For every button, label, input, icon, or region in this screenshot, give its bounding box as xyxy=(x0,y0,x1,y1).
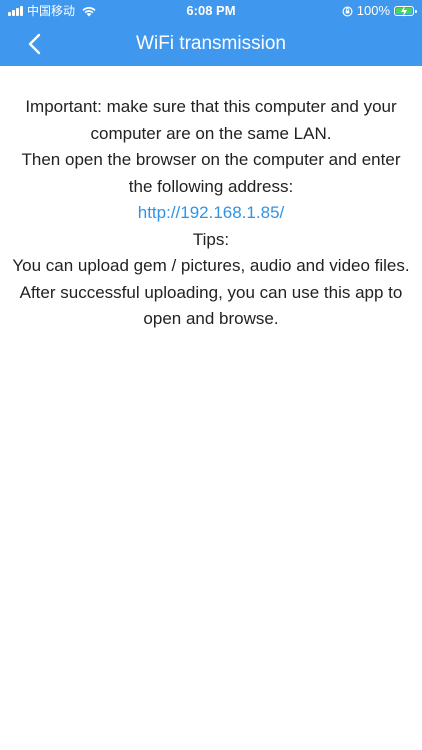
battery-percent: 100% xyxy=(356,3,390,18)
instruction-text: Then open the browser on the computer an… xyxy=(21,150,401,196)
tips-text: You can upload gem / pictures, audio and… xyxy=(12,256,410,328)
address-link[interactable]: http://192.168.1.85/ xyxy=(138,203,285,222)
orientation-lock-icon xyxy=(342,6,353,16)
nav-bar: WiFi transmission xyxy=(0,22,422,66)
page-title: WiFi transmission xyxy=(136,33,286,54)
status-bar: 中国移动 6:08 PM 100% xyxy=(0,0,422,22)
battery-charging-icon xyxy=(394,5,417,17)
status-right: 100% xyxy=(342,3,417,19)
battery-tip xyxy=(415,9,417,13)
important-text: Important: make sure that this computer … xyxy=(25,97,397,143)
bolt-icon xyxy=(401,5,407,17)
instructions-content: Important: make sure that this computer … xyxy=(10,94,412,333)
app-header: 中国移动 6:08 PM 100% WiFi transmission xyxy=(0,0,422,66)
address-row: http://192.168.1.85/ xyxy=(10,200,412,227)
tips-heading: Tips: xyxy=(192,229,230,249)
